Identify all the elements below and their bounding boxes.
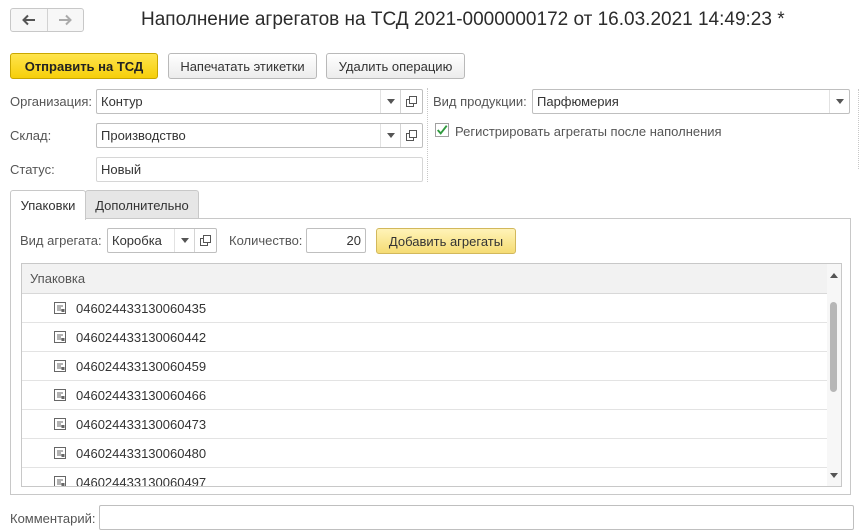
package-code: 046024433130060480 [76,445,207,461]
table-row[interactable]: 046024433130060480 [22,439,827,468]
organization-field[interactable]: Контур [96,89,423,114]
package-icon [22,418,76,430]
chevron-down-icon [835,99,844,104]
scroll-up-button[interactable] [827,268,841,282]
table-row[interactable]: 046024433130060497 [22,468,827,486]
column-divider [427,88,428,182]
tab-additional[interactable]: Дополнительно [85,190,199,219]
package-code: 046024433130060466 [76,387,207,403]
vertical-scrollbar[interactable] [827,264,841,486]
checkmark-icon [437,125,448,135]
chevron-down-icon [386,133,395,138]
product-type-field[interactable]: Парфюмерия [532,89,850,114]
scroll-down-button[interactable] [827,468,841,482]
dropdown-button[interactable] [829,90,849,113]
quantity-label: Количество: [229,233,303,248]
print-labels-button[interactable]: Напечатать этикетки [168,53,317,79]
package-code: 046024433130060459 [76,358,207,374]
dropdown-button[interactable] [380,90,400,113]
scrollbar-thumb[interactable] [830,302,837,392]
package-icon [22,331,76,343]
comment-label: Комментарий: [10,511,96,526]
page-title: Наполнение агрегатов на ТСД 2021-0000000… [141,9,785,30]
navigation-buttons [10,8,84,32]
package-code: 046024433130060473 [76,416,207,432]
organization-label: Организация: [10,94,93,109]
dropdown-button[interactable] [380,124,400,147]
package-icon [22,302,76,314]
warehouse-label: Склад: [10,128,52,143]
status-field: Новый [96,157,423,182]
package-code: 046024433130060442 [76,329,207,345]
status-value: Новый [101,162,142,177]
open-icon [406,130,417,141]
table-header: Упаковка [22,264,827,294]
aggregate-type-value: Коробка [112,233,162,248]
dropdown-button[interactable] [174,229,194,252]
table-row[interactable]: 046024433130060435 [22,294,827,323]
package-icon [22,447,76,459]
table-row[interactable]: 046024433130060466 [22,381,827,410]
product-type-label: Вид продукции: [433,94,527,109]
product-type-value: Парфюмерия [537,94,619,109]
chevron-down-icon [830,472,838,478]
package-icon [22,360,76,372]
tab-packages[interactable]: Упаковки [10,190,86,220]
open-button[interactable] [400,90,422,113]
comment-field[interactable] [99,505,854,530]
arrow-right-icon [59,14,73,26]
open-button[interactable] [400,124,422,147]
table-row[interactable]: 046024433130060473 [22,410,827,439]
package-code: 046024433130060435 [76,300,207,316]
register-aggregates-label: Регистрировать агрегаты после наполнения [455,124,722,139]
package-icon [22,476,76,486]
package-code: 046024433130060497 [76,474,207,487]
chevron-up-icon [830,272,838,278]
send-to-tsd-button[interactable]: Отправить на ТСД [10,53,158,79]
status-label: Статус: [10,162,55,177]
arrow-left-icon [21,14,35,26]
warehouse-field[interactable]: Производство [96,123,423,148]
chevron-down-icon [180,238,189,243]
aggregate-type-label: Вид агрегата: [20,233,102,248]
forward-button[interactable] [46,9,84,31]
right-divider [858,89,859,169]
aggregate-type-field[interactable]: Коробка [107,228,217,253]
open-icon [406,96,417,107]
delete-operation-button[interactable]: Удалить операцию [326,53,465,79]
table-row[interactable]: 046024433130060442 [22,323,827,352]
open-button[interactable] [194,229,216,252]
open-icon [200,235,211,246]
back-button[interactable] [11,9,47,31]
column-header-package: Упаковка [30,271,86,286]
organization-value: Контур [101,94,143,109]
chevron-down-icon [386,99,395,104]
table-body: 046024433130060435 046024433130060442 0460… [22,294,827,486]
add-aggregates-button[interactable]: Добавить агрегаты [376,228,516,254]
package-icon [22,389,76,401]
table-row[interactable]: 046024433130060459 [22,352,827,381]
packages-table: Упаковка 046024433130060435 0460244331300… [21,263,842,487]
quantity-value: 20 [346,233,361,248]
quantity-field[interactable]: 20 [306,228,366,253]
warehouse-value: Производство [101,128,186,143]
register-aggregates-checkbox[interactable] [435,123,449,137]
